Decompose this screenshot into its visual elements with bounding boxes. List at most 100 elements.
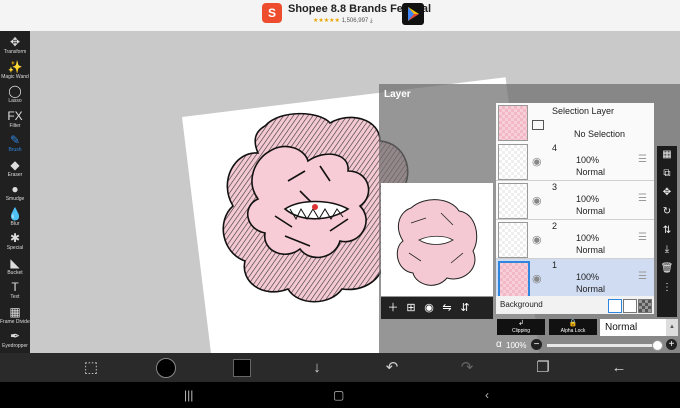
eye-icon[interactable]: ◉ [532, 272, 542, 285]
background-row[interactable]: Background [496, 296, 654, 314]
system-nav-bar: ||| ▢ ‹ [0, 382, 680, 408]
checker-icon[interactable]: ▦ [657, 146, 677, 164]
flip-icon[interactable]: ⇅ [657, 222, 677, 240]
tool-label: Text [10, 294, 20, 300]
layer-row-2[interactable]: ◉ 2 100% Normal ☰ [496, 220, 654, 259]
layer-blend-mode: Normal [576, 206, 606, 216]
background-transparent-swatch[interactable] [623, 299, 637, 313]
tool-label: Frame Divider [0, 318, 32, 325]
layers-icon[interactable]: ❐ [532, 357, 554, 379]
layer-list: Selection Layer No Selection ◉ 4 100% No… [496, 103, 654, 301]
eye-icon[interactable]: ◉ [532, 233, 542, 246]
preview-toolbar: ＋ ⊞ ◉ ⇋ ⇵ [381, 297, 493, 319]
add-layer-copy-icon[interactable]: ⊞ [403, 300, 419, 316]
clipping-button[interactable]: ↲ Clipping [497, 319, 545, 335]
layer-opacity: 100% [576, 194, 600, 204]
tool-brush[interactable]: ✎ Brush [0, 133, 30, 157]
tool-smudge[interactable]: ● Smudge [0, 182, 30, 206]
eye-icon[interactable]: ◉ [532, 194, 542, 207]
tool-sidebar: ✥ Transform ✨ Magic Wand ◯ Lasso FX Filter ✎ Brus… [0, 31, 32, 381]
transform-icon: ✥ [9, 35, 21, 49]
minus-icon[interactable]: − [531, 339, 542, 350]
layer-row-1[interactable]: ◉ 1 100% Normal ☰ [496, 259, 654, 299]
flip-vertical-icon[interactable]: ⇵ [457, 300, 473, 316]
play-store-icon[interactable] [402, 3, 424, 25]
tool-blur[interactable]: 💧 Blur [0, 207, 30, 231]
clipping-icon: ↲ [518, 320, 524, 327]
tool-frame-divider[interactable]: ▦ Frame Divider [0, 305, 32, 329]
plus-icon[interactable]: + [666, 339, 677, 350]
tool-special[interactable]: ✱ Special [0, 231, 30, 255]
layer-thumbnail [498, 183, 528, 219]
back-icon[interactable]: ‹ [485, 386, 489, 404]
add-layer-icon[interactable]: ＋ [385, 300, 401, 316]
layer-blend-mode: Normal [576, 167, 606, 177]
camera-icon[interactable]: ◉ [421, 300, 437, 316]
tool-magic-wand[interactable]: ✨ Magic Wand [0, 60, 30, 84]
ad-rating: ★★★★★ 1,506,997 ⤓ [313, 17, 373, 25]
lasso-icon: ◯ [8, 84, 22, 98]
background-checker-swatch[interactable] [638, 299, 652, 313]
tool-bucket[interactable]: ◣ Bucket [0, 256, 30, 280]
arrow-down-icon[interactable]: ↓ [306, 357, 328, 379]
eraser-icon: ◆ [10, 157, 20, 172]
move-down-icon[interactable]: ⤓ [657, 241, 677, 259]
tool-eyedropper[interactable]: ✒ Eyedropper [0, 329, 30, 353]
layer-blend-mode: Normal [576, 284, 606, 294]
back-arrow-icon[interactable]: ← [608, 357, 630, 379]
selection-layer-subtitle: No Selection [574, 129, 626, 139]
redo-icon[interactable]: ↷ [456, 357, 478, 379]
rotate-icon[interactable]: ↻ [657, 203, 677, 221]
flip-horizontal-icon[interactable]: ⇋ [439, 300, 455, 316]
opacity-slider[interactable] [547, 340, 663, 351]
clipping-label: Clipping [511, 328, 531, 334]
recent-apps-icon[interactable]: ||| [184, 386, 193, 404]
tool-eraser[interactable]: ◆ Eraser [0, 158, 30, 182]
layer-thumbnail [498, 222, 528, 258]
tool-label: Special [6, 245, 24, 251]
tool-label: Transform [3, 49, 27, 55]
tool-label: Eyedropper [2, 343, 28, 349]
brush-settings-icon[interactable]: ⬚ [80, 357, 102, 379]
selection-thumbnail [498, 105, 528, 141]
drag-handle-icon[interactable]: ☰ [638, 193, 647, 204]
magic-wand-icon: ✨ [7, 59, 23, 74]
layer-side-tools: ▦ ⧉ ✥ ↻ ⇅ ⤓ 🗑 ⋮ [657, 146, 677, 317]
layer-number: 1 [552, 260, 558, 270]
trash-icon[interactable]: 🗑 [657, 260, 677, 278]
eye-icon[interactable]: ◉ [532, 155, 542, 168]
selection-layer-row[interactable]: Selection Layer No Selection [496, 103, 654, 143]
tool-transform[interactable]: ✥ Transform [0, 35, 30, 59]
tool-label: Brush [8, 147, 22, 153]
tool-lasso[interactable]: ◯ Lasso [0, 84, 30, 108]
layer-number: 2 [552, 221, 558, 231]
blend-mode-select[interactable]: Normal [600, 319, 666, 336]
alpha-lock-button[interactable]: 🔒 Alpha Lock [549, 319, 597, 335]
ad-banner[interactable]: S Shopee 8.8 Brands Festival ★★★★★ 1,506… [0, 0, 680, 32]
alpha-lock-label: Alpha Lock [560, 328, 586, 334]
tool-label: Magic Wand [1, 73, 29, 80]
layer-preview [381, 183, 493, 296]
bottom-toolbar: ⬚ ↓ ↶ ↷ ❐ ← [0, 353, 680, 382]
color-swatch-icon[interactable] [231, 357, 253, 379]
eyedropper-icon: ✒ [9, 329, 21, 343]
tool-filter[interactable]: FX Filter [0, 109, 30, 133]
move-icon[interactable]: ✥ [657, 184, 677, 202]
more-icon[interactable]: ⋮ [657, 279, 677, 297]
shopee-logo-icon: S [262, 3, 282, 23]
layer-number: 3 [552, 182, 558, 192]
drag-handle-icon[interactable]: ☰ [638, 232, 647, 243]
drag-handle-icon[interactable]: ☰ [638, 271, 647, 282]
slider-knob[interactable] [652, 340, 663, 351]
brush-size-icon[interactable] [155, 357, 177, 379]
layer-row-3[interactable]: ◉ 3 100% Normal ☰ [496, 181, 654, 220]
home-icon[interactable]: ▢ [333, 386, 344, 404]
layer-row-4[interactable]: ◉ 4 100% Normal ☰ [496, 142, 654, 181]
chevron-up-icon[interactable]: ▲ [666, 319, 678, 336]
drag-handle-icon[interactable]: ☰ [638, 154, 647, 165]
special-icon: ✱ [9, 231, 21, 245]
merge-icon[interactable]: ⧉ [657, 165, 677, 183]
background-white-swatch[interactable] [608, 299, 622, 313]
tool-text[interactable]: T Text [0, 280, 30, 304]
undo-icon[interactable]: ↶ [381, 357, 403, 379]
